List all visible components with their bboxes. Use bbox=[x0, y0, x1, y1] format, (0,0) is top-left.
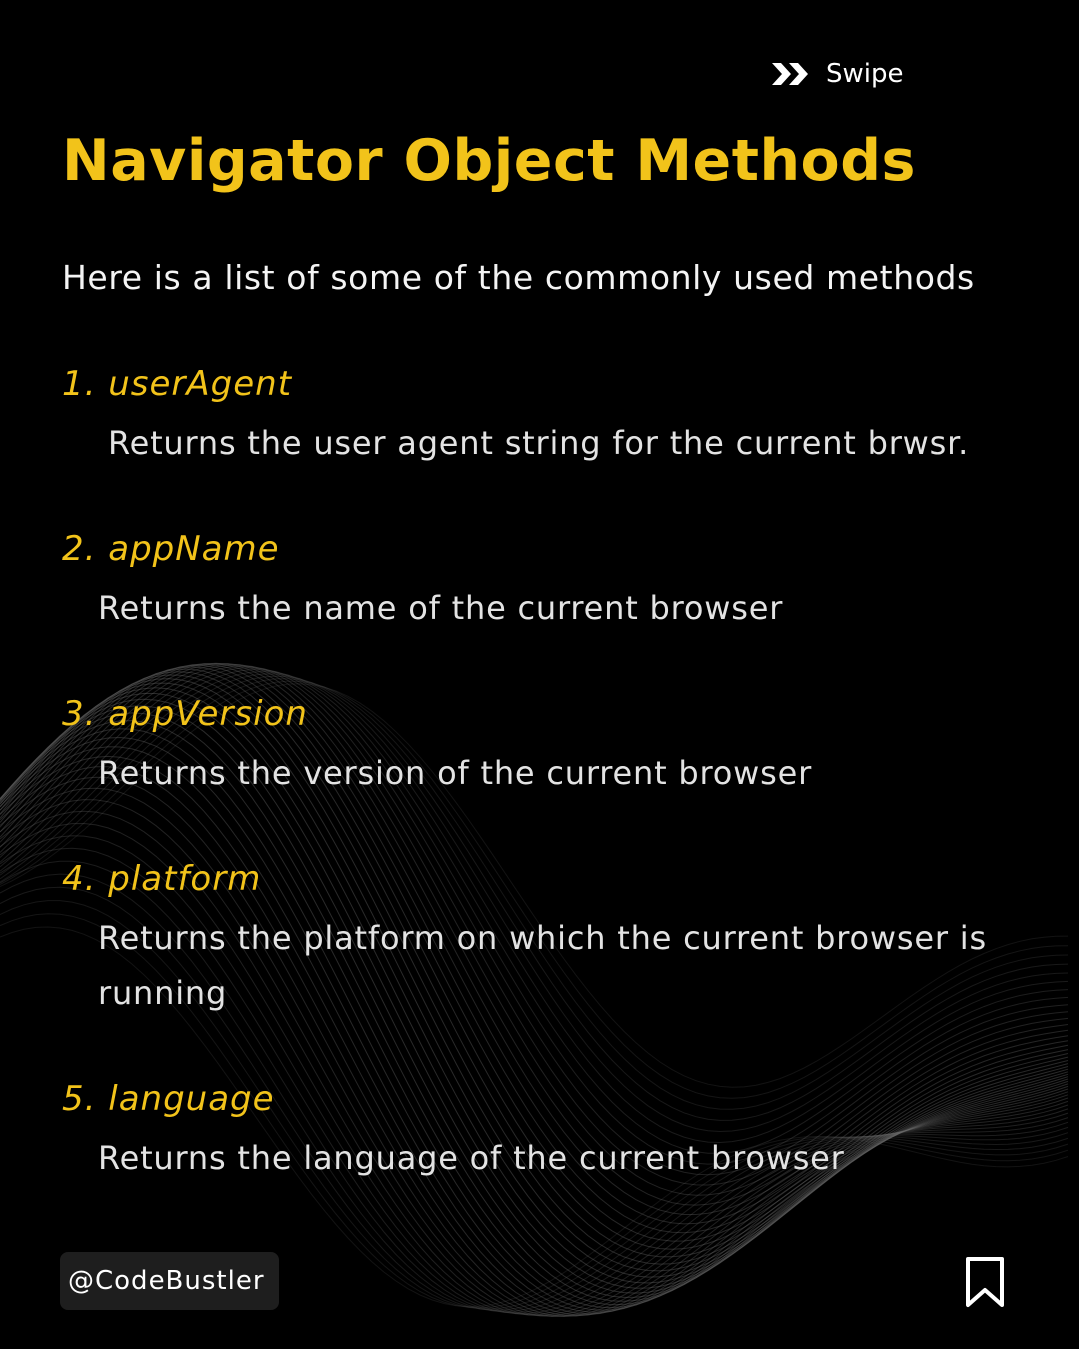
method-item-appversion: 3. appVersion Returns the version of the… bbox=[62, 692, 1042, 801]
method-item-platform: 4. platform Returns the platform on whic… bbox=[62, 857, 1042, 1021]
method-title: 4. platform bbox=[62, 859, 262, 899]
swipe-label: Swipe bbox=[826, 59, 904, 89]
method-title: 2. appName bbox=[62, 529, 280, 569]
double-chevron-right-icon bbox=[770, 61, 812, 87]
method-title: 3. appVersion bbox=[62, 694, 308, 734]
intro-text: Here is a list of some of the commonly u… bbox=[62, 258, 975, 297]
swipe-hint[interactable]: Swipe bbox=[770, 56, 904, 92]
method-title: 5. language bbox=[62, 1079, 275, 1119]
method-item-language: 5. language Returns the language of the … bbox=[62, 1077, 1042, 1186]
method-description: Returns the language of the current brow… bbox=[98, 1139, 845, 1177]
method-item-appname: 2. appName Returns the name of the curre… bbox=[62, 527, 1042, 636]
author-handle: @CodeBustler bbox=[68, 1266, 265, 1296]
method-description: Returns the user agent string for the cu… bbox=[108, 424, 970, 462]
bookmark-icon[interactable] bbox=[963, 1254, 1007, 1310]
method-title: 1. userAgent bbox=[62, 364, 293, 404]
method-description: Returns the name of the current browser bbox=[98, 589, 784, 627]
method-description: Returns the version of the current brows… bbox=[98, 754, 813, 792]
author-handle-badge[interactable]: @CodeBustler bbox=[60, 1252, 279, 1310]
method-item-useragent: 1. userAgent Returns the user agent stri… bbox=[62, 362, 1042, 471]
page-title: Navigator Object Methods bbox=[62, 128, 916, 194]
method-description: Returns the platform on which the curren… bbox=[98, 919, 987, 1012]
